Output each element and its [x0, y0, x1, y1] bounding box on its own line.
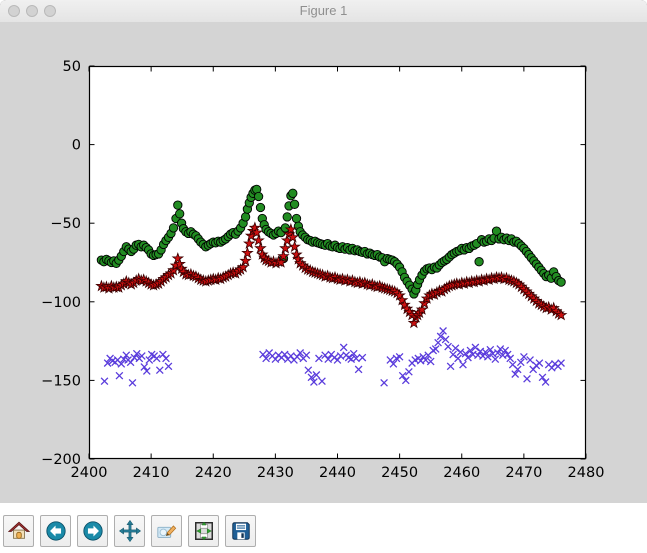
forward-button[interactable] [77, 515, 108, 547]
pan-arrows-icon [119, 520, 141, 542]
y-tick-label: −50 [50, 216, 81, 232]
figure-window: Figure 1 2400241024202430244024502460247… [0, 0, 647, 553]
home-button[interactable] [3, 515, 34, 547]
save-button[interactable] [225, 515, 256, 547]
figure-area: 240024102420243024402450246024702480500−… [0, 22, 647, 503]
x-tick-label: 2410 [133, 465, 170, 481]
x-tick-label: 2470 [505, 465, 542, 481]
y-tick-label: 0 [72, 138, 81, 154]
y-tick-label: −200 [41, 452, 81, 468]
save-floppy-icon [230, 520, 252, 542]
forward-arrow-icon [82, 520, 104, 542]
zoom-rect-button[interactable] [151, 515, 182, 547]
back-button[interactable] [40, 515, 71, 547]
navigation-toolbar [0, 503, 647, 553]
back-arrow-icon [45, 520, 67, 542]
x-tick-label: 2480 [568, 465, 605, 481]
configure-subplots-button[interactable] [188, 515, 219, 547]
x-tick-label: 2420 [195, 465, 232, 481]
zoom-rect-icon [156, 520, 178, 542]
y-tick-label: −150 [41, 373, 81, 389]
titlebar[interactable]: Figure 1 [0, 0, 647, 23]
y-tick-label: −100 [41, 295, 81, 311]
x-tick-label: 2460 [443, 465, 480, 481]
x-tick-label: 2440 [319, 465, 356, 481]
home-icon [8, 520, 30, 542]
pan-button[interactable] [114, 515, 145, 547]
x-tick-label: 2430 [257, 465, 294, 481]
y-tick-label: 50 [63, 59, 81, 75]
plot-canvas[interactable]: 240024102420243024402450246024702480500−… [0, 22, 647, 503]
plot-frame [90, 67, 586, 459]
subplots-icon [193, 520, 215, 542]
x-tick-label: 2450 [381, 465, 418, 481]
window-title: Figure 1 [0, 0, 647, 22]
